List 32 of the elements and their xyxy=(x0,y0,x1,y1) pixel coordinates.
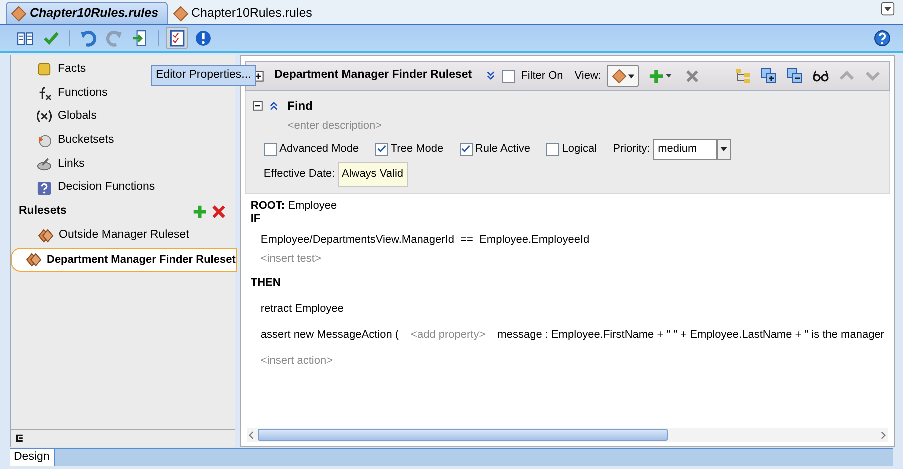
keyword: THEN xyxy=(250,276,282,290)
priority-label: Priority: xyxy=(613,142,650,157)
insert-action-link[interactable]: <insert action> xyxy=(250,355,334,368)
rule-name: Find xyxy=(288,98,313,115)
checkbox-label: Advanced Mode xyxy=(280,142,360,157)
file-tab[interactable]: Chapter10Rules.rules xyxy=(6,2,168,24)
action-text: retract Employee xyxy=(260,302,344,316)
insert-test-link[interactable]: <insert test> xyxy=(250,253,322,266)
date-field[interactable]: Always Valid xyxy=(338,162,408,187)
ruleset-item[interactable]: Outside Manager Ruleset xyxy=(11,224,235,248)
sidebar-item[interactable]: Globals xyxy=(11,105,235,129)
filter-label: Filter On xyxy=(521,68,564,84)
editor-tab[interactable]: Design xyxy=(10,449,55,466)
priority-field[interactable]: medium xyxy=(653,138,718,160)
action-text: message : Employee.FirstName + " " + Employee.LastName + " is the manager xyxy=(498,328,884,342)
ruleset-item[interactable]: Department Manager Finder Ruleset xyxy=(11,248,237,272)
condition-text: Employee/DepartmentsView.ManagerId == Employee.EmployeeId xyxy=(260,234,591,248)
action-text: assert new MessageAction ( xyxy=(260,328,400,342)
checkbox-label: Tree Mode xyxy=(390,142,444,157)
keyword: IF xyxy=(250,212,262,226)
sidebar-item[interactable]: Links xyxy=(11,152,235,176)
sidebar-item[interactable]: Decision Functions xyxy=(11,176,235,200)
date-label: Effective Date: xyxy=(264,167,336,182)
checkbox-label: Logical xyxy=(562,142,598,157)
root-line: ROOT: Employee xyxy=(250,200,338,213)
file-tab[interactable]: Chapter10Rules.rules xyxy=(168,2,322,24)
sidebar-item[interactable]: Bucketsets xyxy=(11,128,235,152)
view-label: View: xyxy=(574,68,602,84)
ruleset-title: Department Manager Finder Ruleset xyxy=(274,68,472,84)
tooltip: Editor Properties... xyxy=(151,65,256,86)
checkbox-label: Rule Active xyxy=(475,142,530,157)
section-title: Rulesets xyxy=(19,204,68,220)
